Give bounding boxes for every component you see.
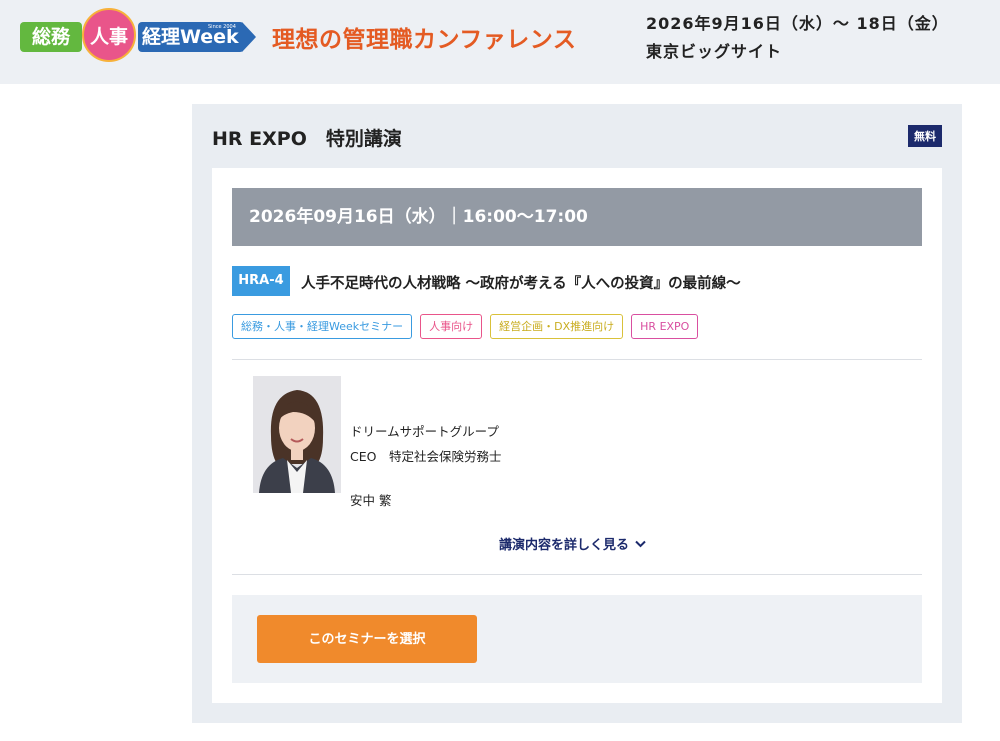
tag-seminar: 総務・人事・経理Weekセミナー [232, 314, 413, 339]
chevron-down-icon [635, 540, 646, 547]
seminar-card: HR EXPO 特別講演 無料 2026年09月16日（水）｜16:00～17:… [192, 104, 962, 723]
tag-hr-expo: HR EXPO [631, 314, 699, 339]
logo-soumu: 総務 [20, 22, 82, 52]
speaker-photo [253, 376, 341, 493]
tag-list: 総務・人事・経理Weekセミナー 人事向け 経営企画・DX推進向け HR EXP… [232, 314, 699, 339]
view-details-label: 講演内容を詳しく見る [499, 538, 630, 553]
logo-since: Since 2004 [208, 24, 236, 30]
tag-hr: 人事向け [420, 314, 483, 339]
speaker-name: 安中 繁 [350, 493, 392, 508]
speaker-portrait-icon [253, 376, 341, 493]
speaker-organization: ドリームサポートグループ [350, 424, 499, 439]
session-date-bar: 2026年09月16日（水）｜16:00～17:00 [232, 188, 922, 246]
action-area: このセミナーを選択 [232, 595, 922, 683]
logo-jinji: 人事 [82, 8, 136, 62]
divider-top [232, 359, 922, 360]
select-seminar-button[interactable]: このセミナーを選択 [257, 615, 477, 663]
session-title: 人手不足時代の人材戦略 ～政府が考える『人への投資』の最前線～ [301, 276, 741, 292]
tag-management-dx: 経営企画・DX推進向け [490, 314, 624, 339]
card-title: HR EXPO 特別講演 [212, 128, 402, 150]
session-code-badge: HRA-4 [232, 266, 290, 296]
site-header: 総務 経理Week Since 2004 人事 理想の管理職カンファレンス 20… [0, 0, 1000, 84]
conference-title: 理想の管理職カンファレンス [272, 27, 577, 53]
divider-bottom [232, 574, 922, 575]
free-badge: 無料 [908, 125, 942, 147]
event-date: 2026年9月16日（水）～ 18日（金） [646, 14, 949, 33]
view-details-link[interactable]: 講演内容を詳しく見る [499, 534, 646, 553]
speaker-role: CEO 特定社会保険労務士 [350, 449, 502, 464]
session-panel: 2026年09月16日（水）｜16:00～17:00 HRA-4 人手不足時代の… [212, 168, 942, 703]
event-logo[interactable]: 総務 経理Week Since 2004 人事 [20, 8, 258, 64]
logo-arrow [242, 22, 256, 52]
event-venue: 東京ビッグサイト [646, 42, 783, 61]
